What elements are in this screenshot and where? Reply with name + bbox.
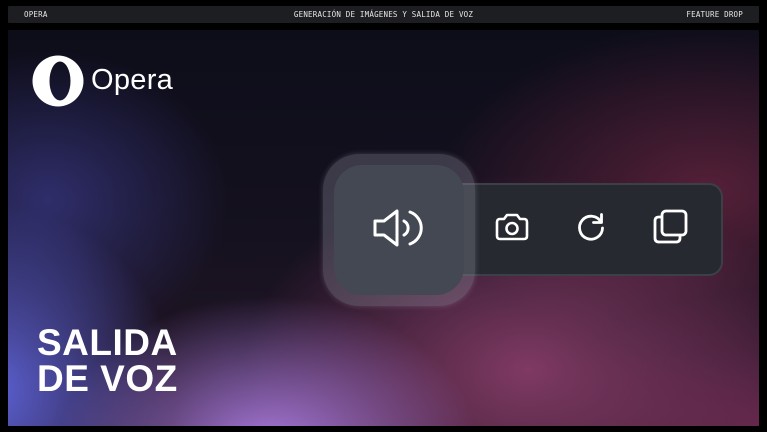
hero-panel: Opera SALIDA DE VOZ [8,30,759,426]
headline-line-2: DE VOZ [37,358,178,399]
copy-button[interactable] [650,209,690,249]
opera-logo-text: Opera [91,63,174,96]
camera-icon [494,211,530,248]
top-bar-title: GENERACIÓN DE IMÁGENES Y SALIDA DE VOZ [293,10,474,19]
speaker-icon [371,206,427,255]
refresh-icon [574,210,608,249]
refresh-button[interactable] [571,209,611,249]
top-bar: OPERA GENERACIÓN DE IMÁGENES Y SALIDA DE… [8,6,759,23]
speaker-button[interactable] [334,165,464,295]
camera-button[interactable] [492,209,532,249]
headline: SALIDA DE VOZ [37,322,178,399]
copy-icon [651,208,689,251]
promo-frame: OPERA GENERACIÓN DE IMÁGENES Y SALIDA DE… [0,0,767,432]
top-bar-tag: FEATURE DROP [686,10,743,19]
top-bar-brand: OPERA [24,10,48,19]
headline-line-1: SALIDA [37,322,178,363]
opera-logo-icon [32,55,84,107]
opera-logo: Opera [32,55,173,107]
